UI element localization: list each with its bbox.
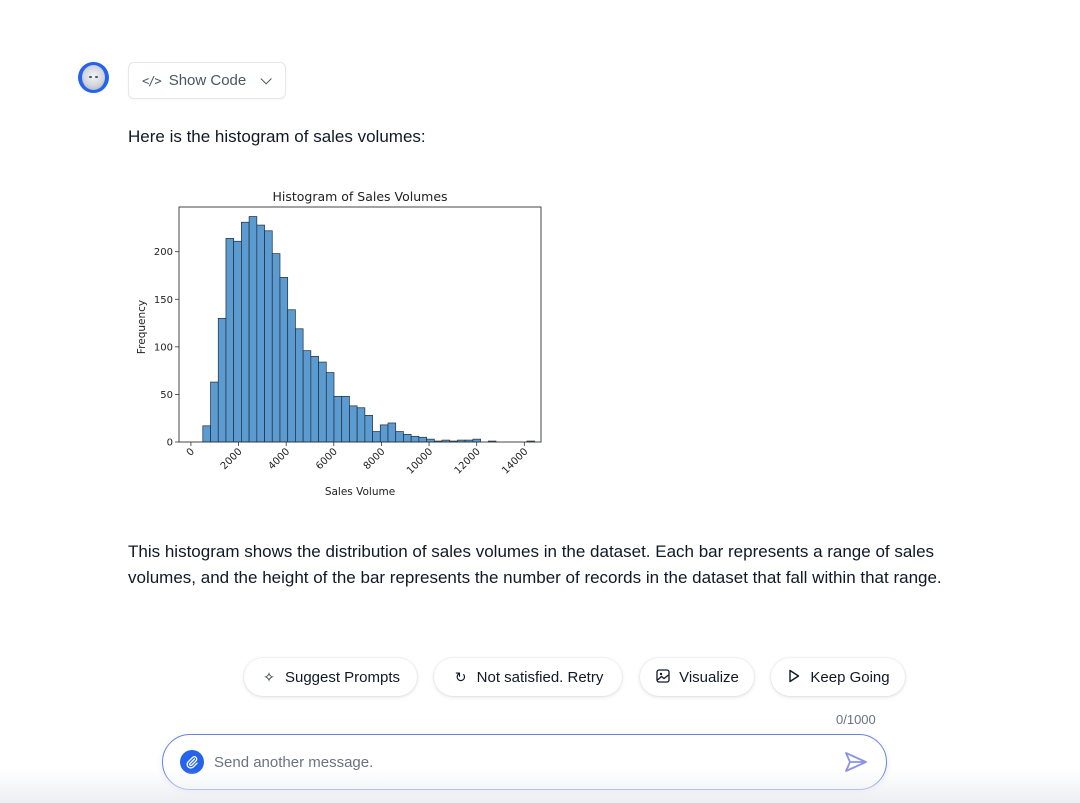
play-icon — [786, 669, 802, 686]
histogram-bar — [364, 415, 373, 443]
paperclip-icon[interactable] — [180, 750, 204, 774]
histogram-bar — [248, 216, 258, 443]
show-code-label: Show Code — [168, 72, 247, 89]
code-icon: </> — [142, 73, 162, 88]
statue-avatar-icon — [82, 65, 105, 90]
y-tick-label: 150 — [154, 295, 173, 306]
histogram-bar — [202, 425, 211, 443]
refresh-icon: ↻ — [454, 668, 467, 685]
histogram-bar — [256, 224, 265, 443]
histogram-bar — [271, 253, 281, 443]
histogram-bar — [318, 361, 327, 443]
send-button[interactable] — [844, 751, 868, 773]
histogram-bar — [233, 240, 242, 443]
histogram-bar — [264, 230, 273, 443]
y-tick-label: 200 — [154, 247, 173, 258]
character-counter: 0/1000 — [836, 712, 876, 727]
histogram-bar — [379, 424, 389, 443]
histogram-bar — [410, 435, 420, 443]
assistant-avatar — [78, 62, 109, 93]
send-icon — [845, 752, 867, 772]
x-tick-label: 8000 — [362, 446, 388, 472]
x-tick-label: 2000 — [219, 446, 245, 472]
histogram-bar — [349, 405, 358, 443]
histogram-bar — [295, 328, 304, 443]
histogram-bar — [287, 309, 296, 443]
image-icon — [655, 668, 671, 686]
suggest-prompts-label: Suggest Prompts — [284, 668, 401, 686]
description-text: This histogram shows the distribution of… — [128, 542, 942, 587]
histogram-bar — [241, 221, 250, 443]
y-tick-label: 100 — [154, 342, 173, 353]
visualize-label: Visualize — [679, 668, 739, 686]
histogram-bar — [356, 407, 366, 443]
x-tick-label: 12000 — [453, 446, 483, 476]
keep-going-label: Keep Going — [810, 668, 890, 686]
message-composer — [162, 734, 887, 790]
y-tick-label: 50 — [160, 390, 173, 401]
histogram-bar — [395, 431, 404, 443]
x-tick-label: 14000 — [500, 446, 530, 476]
x-tick-label: 4000 — [267, 446, 293, 472]
retry-button[interactable]: ↻ Not satisfied. Retry — [434, 658, 622, 696]
histogram-bar — [302, 350, 312, 443]
action-buttons: ✧ Suggest Prompts ↻ Not satisfied. Retry… — [0, 658, 1080, 696]
keep-going-button[interactable]: Keep Going — [771, 658, 905, 696]
x-tick-label: 6000 — [314, 446, 340, 472]
retry-label: Not satisfied. Retry — [476, 668, 604, 686]
histogram-bar — [387, 422, 397, 443]
histogram-chart: Histogram of Sales Volumes 0 50 100 150 200 … — [128, 182, 558, 502]
y-tick-label: 0 — [167, 438, 173, 449]
sparkles-icon: ✧ — [263, 668, 275, 685]
histogram-bar — [310, 356, 319, 443]
histogram-bar — [418, 436, 427, 443]
x-axis-label: Sales Volume — [325, 486, 395, 498]
histogram-bar — [372, 431, 381, 443]
histogram-bar — [217, 317, 227, 443]
x-tick-label: 0 — [185, 446, 197, 458]
histogram-bar — [341, 395, 350, 443]
histogram-bar — [225, 238, 235, 443]
intro-text: Here is the histogram of sales volumes: — [128, 127, 426, 146]
histogram-bar — [325, 372, 335, 443]
histogram-bar — [333, 395, 343, 443]
show-code-button[interactable]: </> Show Code — [128, 62, 286, 99]
chart-title: Histogram of Sales Volumes — [272, 189, 447, 204]
histogram-bar — [210, 381, 219, 443]
x-tick-label: 10000 — [405, 446, 435, 476]
histogram-bar — [403, 434, 412, 443]
y-axis-label: Frequency — [136, 300, 148, 354]
message-input[interactable] — [212, 752, 816, 772]
chevron-down-icon — [260, 72, 273, 85]
histogram-bar — [279, 277, 289, 443]
suggest-prompts-button[interactable]: ✧ Suggest Prompts — [244, 658, 417, 696]
visualize-button[interactable]: Visualize — [640, 658, 754, 696]
